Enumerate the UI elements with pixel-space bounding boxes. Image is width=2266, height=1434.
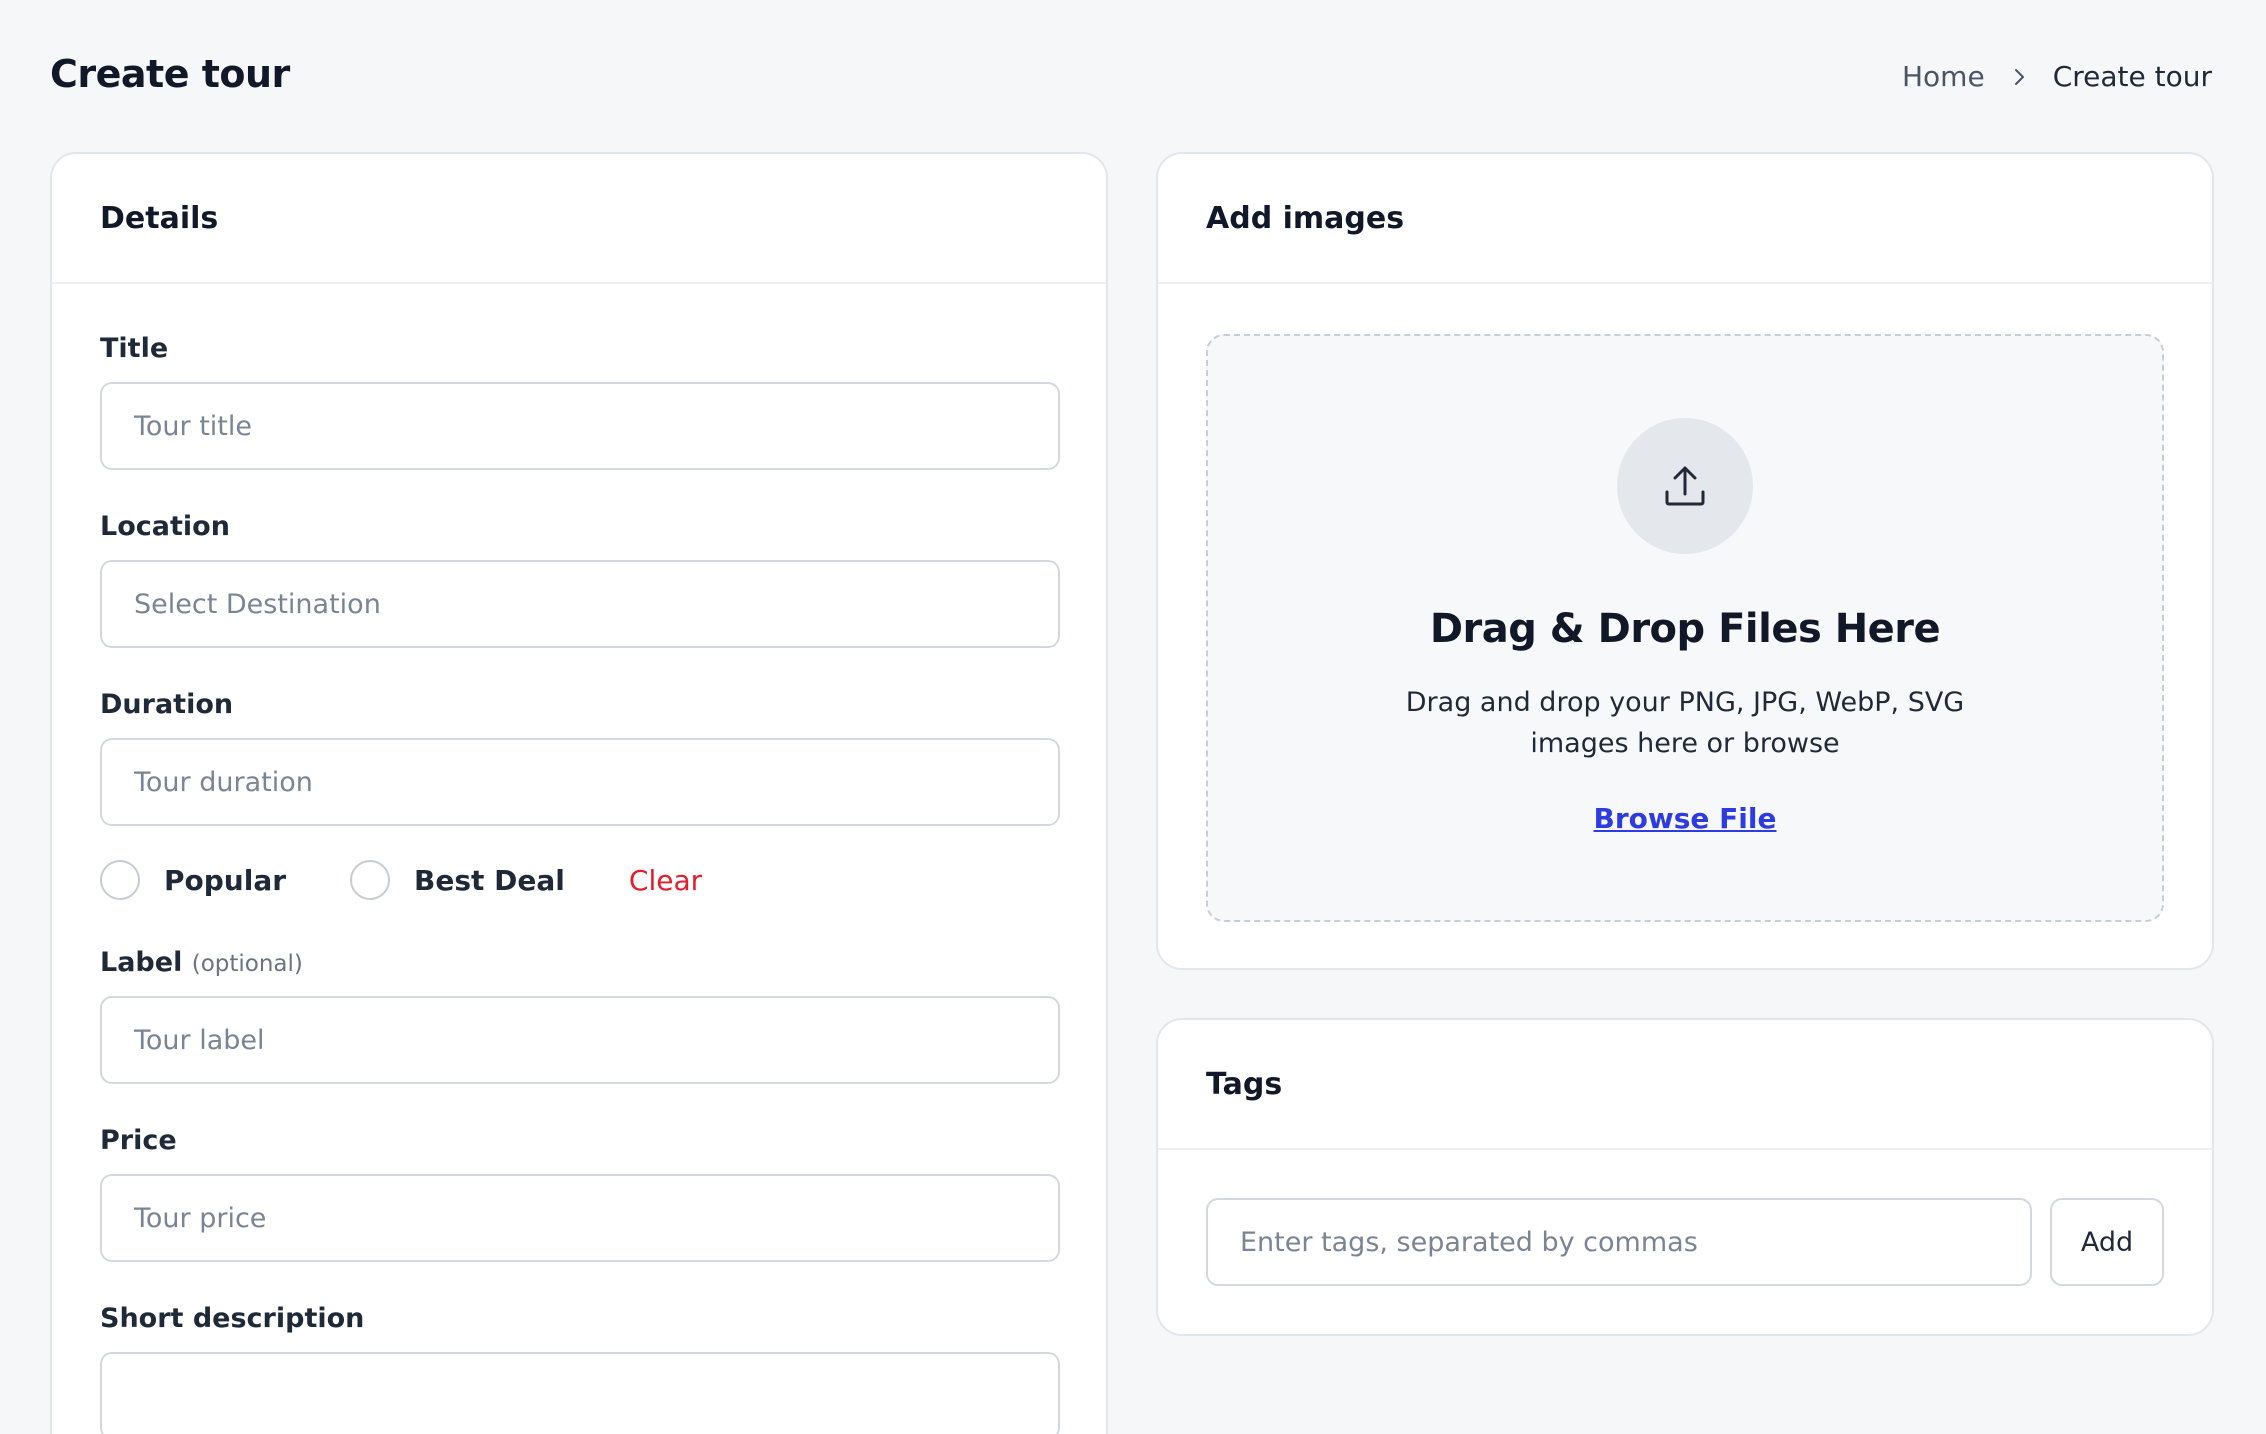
price-field: Price <box>100 1124 1060 1262</box>
file-dropzone[interactable]: Drag & Drop Files Here Drag and drop you… <box>1206 334 2164 922</box>
radio-best-deal[interactable]: Best Deal <box>350 860 565 900</box>
location-label: Location <box>100 511 230 542</box>
title-field: Title <box>100 332 1060 470</box>
title-input[interactable] <box>100 382 1060 470</box>
images-card: Add images Drag & Drop Files Here Drag a… <box>1156 152 2214 970</box>
tags-row: Add <box>1206 1198 2164 1286</box>
chevron-right-icon <box>2014 68 2024 85</box>
duration-label: Duration <box>100 689 234 720</box>
location-input[interactable] <box>100 560 1060 648</box>
drop-description: Drag and drop your PNG, JPG, WebP, SVG i… <box>1405 687 1965 759</box>
price-input[interactable] <box>100 1174 1060 1262</box>
location-field: Location <box>100 510 1060 648</box>
duration-input[interactable] <box>100 738 1060 826</box>
radio-best-deal-circle[interactable] <box>350 860 391 900</box>
details-card: Details Title Location Duration Popular … <box>50 152 1108 1434</box>
breadcrumb-home[interactable]: Home <box>1902 60 1985 93</box>
tags-card: Tags Add <box>1156 1018 2214 1336</box>
label-input[interactable] <box>100 996 1060 1084</box>
short-description-input[interactable] <box>100 1352 1060 1434</box>
radio-popular[interactable]: Popular <box>100 860 286 900</box>
short-description-label: Short description <box>100 1303 365 1334</box>
price-label: Price <box>100 1125 177 1156</box>
short-description-field: Short description <box>100 1302 1060 1434</box>
upload-icon-circle <box>1617 418 1753 554</box>
label-label-text: Label <box>100 947 183 978</box>
title-label: Title <box>100 333 169 364</box>
label-label: Label (optional) <box>100 946 1058 980</box>
duration-field: Duration <box>100 688 1060 826</box>
deal-type-radios: Popular Best Deal Clear <box>100 858 1058 902</box>
breadcrumb-current: Create tour <box>2052 60 2212 93</box>
upload-icon <box>1665 466 1705 506</box>
add-tag-button[interactable]: Add <box>2050 1198 2164 1286</box>
tags-header: Tags <box>1158 1020 2212 1150</box>
details-header: Details <box>52 154 1106 284</box>
breadcrumb: Home Create tour <box>1902 60 2212 93</box>
radio-popular-label[interactable]: Popular <box>164 864 286 897</box>
radio-popular-circle[interactable] <box>100 860 140 900</box>
browse-file-link[interactable]: Browse File <box>1594 802 1777 835</box>
optional-hint: (optional) <box>191 951 303 977</box>
label-field: Label (optional) <box>100 946 1060 1084</box>
drop-title: Drag & Drop Files Here <box>1429 606 1941 652</box>
tags-input[interactable] <box>1206 1198 2032 1286</box>
page-title: Create tour <box>50 52 290 96</box>
radio-best-deal-label[interactable]: Best Deal <box>414 864 565 897</box>
images-header: Add images <box>1158 154 2212 284</box>
clear-button[interactable]: Clear <box>629 864 702 897</box>
